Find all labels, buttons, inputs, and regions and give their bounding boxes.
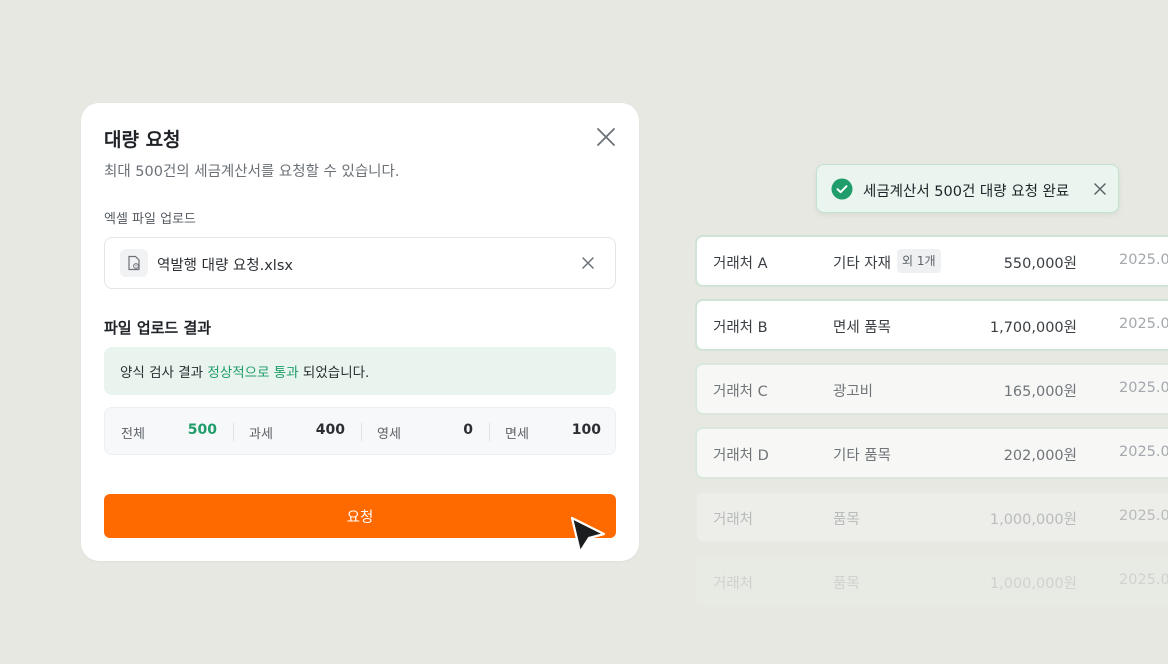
banner-highlight: 정상적으로 통과 bbox=[207, 365, 299, 381]
modal-subtitle: 최대 500건의 세금계산서를 요청할 수 있습니다. bbox=[104, 164, 400, 180]
vendor-cell: 거래처 D bbox=[713, 448, 769, 464]
vendor-cell: 거래처 C bbox=[713, 384, 768, 400]
amount-cell: 1,000,000원 bbox=[989, 576, 1077, 592]
date-cell: 2025.0 bbox=[1119, 380, 1168, 396]
uploaded-file-field[interactable]: 역발행 대량 요청.xlsx bbox=[104, 237, 616, 289]
stat-label: 전체 bbox=[121, 427, 145, 442]
item-cell: 광고비 bbox=[833, 384, 874, 400]
vendor-cell: 거래처 bbox=[713, 576, 754, 592]
success-toast: 세금계산서 500건 대량 요청 완료 bbox=[816, 164, 1119, 213]
close-icon[interactable] bbox=[594, 125, 618, 149]
modal-title: 대량 요청 bbox=[104, 129, 181, 151]
banner-prefix: 양식 검사 결과 bbox=[120, 365, 208, 381]
upload-result-title: 파일 업로드 결과 bbox=[104, 319, 212, 337]
request-button[interactable]: 요청 bbox=[104, 494, 616, 538]
stat-label: 면세 bbox=[505, 427, 529, 442]
item-cell: 기타 자재 bbox=[833, 256, 891, 272]
stat-label: 영세 bbox=[377, 427, 401, 442]
banner-suffix: 되었습니다. bbox=[298, 365, 370, 381]
toast-message: 세금계산서 500건 대량 요청 완료 bbox=[863, 184, 1070, 200]
item-cell: 품목 bbox=[833, 576, 860, 592]
vendor-cell: 거래처 bbox=[713, 512, 754, 528]
vendor-cell: 거래처 A bbox=[713, 256, 768, 272]
check-circle-icon bbox=[831, 178, 853, 200]
amount-cell: 1,700,000원 bbox=[989, 320, 1077, 336]
file-name: 역발행 대량 요청.xlsx bbox=[157, 258, 293, 274]
stat-exempt: 면세 100 bbox=[489, 408, 617, 454]
date-cell: 2025.0 bbox=[1119, 572, 1168, 588]
stat-value: 400 bbox=[315, 422, 345, 438]
amount-cell: 1,000,000원 bbox=[989, 512, 1077, 528]
stat-value: 100 bbox=[571, 422, 601, 438]
table-row[interactable]: 거래처 C 광고비 165,000원 2025.0 bbox=[695, 363, 1168, 415]
item-cell: 품목 bbox=[833, 512, 860, 528]
stat-taxable: 과세 400 bbox=[233, 408, 361, 454]
upload-label: 엑셀 파일 업로드 bbox=[104, 212, 196, 227]
close-icon[interactable] bbox=[1093, 182, 1107, 196]
stat-label: 과세 bbox=[249, 427, 273, 442]
stat-zero-rated: 영세 0 bbox=[361, 408, 489, 454]
amount-cell: 165,000원 bbox=[1003, 384, 1077, 400]
amount-cell: 202,000원 bbox=[1003, 448, 1077, 464]
stage: 대량 요청 최대 500건의 세금계산서를 요청할 수 있습니다. 엑셀 파일 … bbox=[0, 0, 1168, 664]
date-cell: 2025.0 bbox=[1119, 316, 1168, 332]
date-cell: 2025.0 bbox=[1119, 508, 1168, 524]
date-cell: 2025.0 bbox=[1119, 252, 1168, 268]
amount-cell: 550,000원 bbox=[1003, 256, 1077, 272]
table-row[interactable]: 거래처 D 기타 품목 202,000원 2025.0 bbox=[695, 427, 1168, 479]
item-cell: 면세 품목 bbox=[833, 320, 891, 336]
table-row: 거래처 품목 1,000,000원 2025.0 bbox=[695, 555, 1168, 607]
stat-value: 500 bbox=[187, 422, 217, 438]
mouse-pointer-icon bbox=[570, 516, 606, 554]
excel-file-icon bbox=[120, 249, 148, 277]
table-row[interactable]: 거래처 A 기타 자재 외 1개 550,000원 2025.0 bbox=[695, 235, 1168, 287]
vendor-cell: 거래처 B bbox=[713, 320, 768, 336]
bulk-request-modal: 대량 요청 최대 500건의 세금계산서를 요청할 수 있습니다. 엑셀 파일 … bbox=[81, 103, 639, 561]
validation-result-banner: 양식 검사 결과 정상적으로 통과 되었습니다. bbox=[104, 347, 616, 395]
table-row: 거래처 품목 1,000,000원 2025.0 bbox=[695, 491, 1168, 543]
extra-items-badge: 외 1개 bbox=[897, 249, 941, 273]
stat-total: 전체 500 bbox=[105, 408, 233, 454]
date-cell: 2025.0 bbox=[1119, 444, 1168, 460]
stat-value: 0 bbox=[463, 422, 473, 438]
upload-stats: 전체 500 과세 400 영세 0 면세 100 bbox=[104, 407, 616, 455]
remove-file-icon[interactable] bbox=[580, 255, 596, 271]
item-cell: 기타 품목 bbox=[833, 448, 891, 464]
table-row[interactable]: 거래처 B 면세 품목 1,700,000원 2025.0 bbox=[695, 299, 1168, 351]
